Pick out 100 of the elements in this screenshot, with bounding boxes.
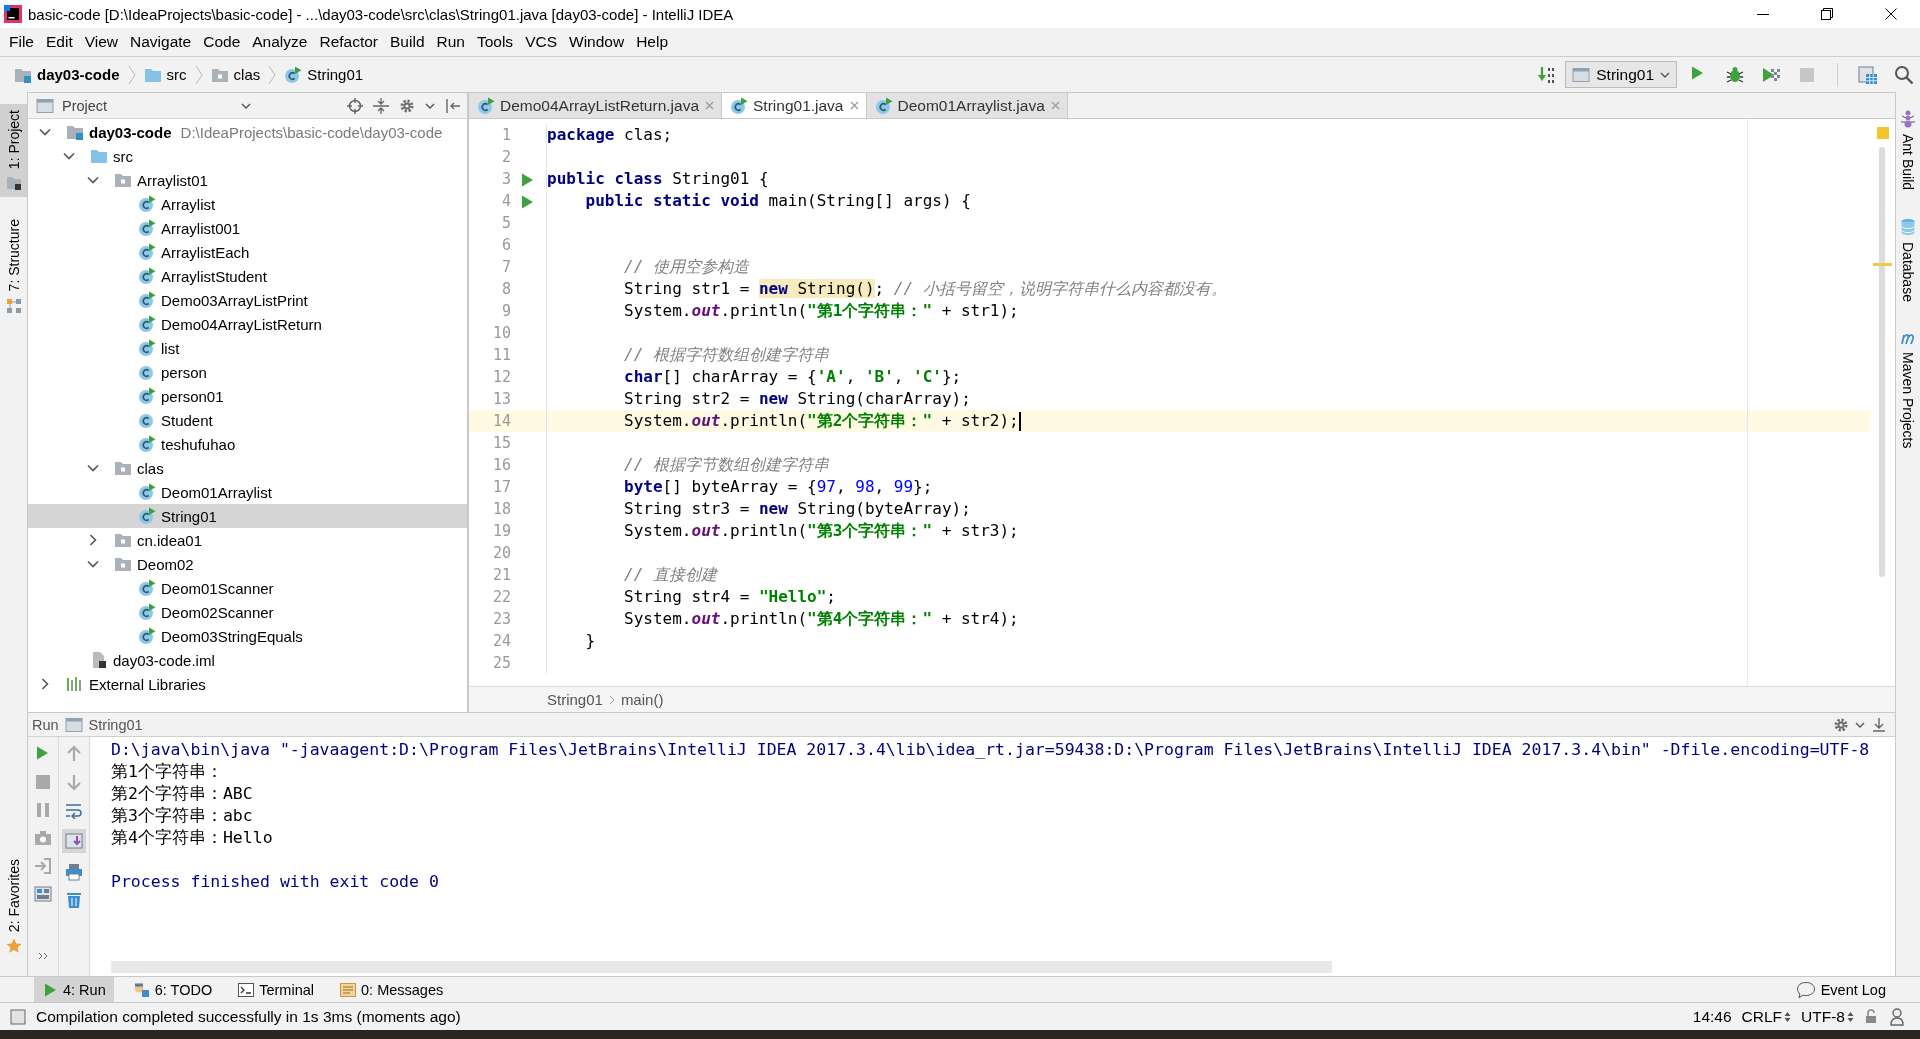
settings-icon[interactable]	[399, 97, 415, 114]
tree-item[interactable]: cn.idea01	[28, 528, 467, 552]
console-line: 第4个字符串：Hello	[111, 827, 274, 849]
runnable-class-icon	[138, 243, 156, 261]
editor-tab[interactable]: Demo04ArrayListReturn.java	[469, 93, 722, 118]
close-icon[interactable]	[1049, 100, 1061, 111]
menu-item[interactable]: Refactor	[313, 33, 385, 51]
tree-item[interactable]: person	[28, 360, 467, 384]
line-number: 1	[500, 125, 512, 146]
line-separator-selector[interactable]: CRLF	[1741, 1007, 1792, 1026]
menu-item[interactable]: Code	[197, 33, 247, 51]
bug-icon[interactable]	[1725, 64, 1745, 85]
settings-icon[interactable]	[1833, 716, 1849, 733]
tool-windows-toggle-icon[interactable]	[10, 1008, 26, 1025]
layout-icon[interactable]	[34, 885, 52, 903]
module-folder-icon	[66, 124, 84, 140]
breadcrumb-item[interactable]: src	[139, 66, 191, 83]
tree-item[interactable]: Deom02	[28, 552, 467, 576]
tree-item[interactable]: Demo03ArrayListPrint	[28, 288, 467, 312]
run-icon[interactable]	[42, 981, 58, 998]
menu-item[interactable]: File	[3, 33, 40, 51]
breadcrumb-item[interactable]: main()	[620, 691, 664, 708]
down-arrow-icon[interactable]	[65, 773, 83, 791]
tree-item[interactable]: list	[28, 336, 467, 360]
tool-window-tab[interactable]: 2: Favorites	[0, 852, 27, 960]
crosshair-icon[interactable]	[347, 97, 363, 114]
menu-item[interactable]: Help	[630, 33, 675, 51]
tool-window-tab[interactable]: 6: TODO	[123, 977, 221, 1002]
close-icon[interactable]	[848, 100, 860, 111]
hide-icon[interactable]	[445, 97, 461, 114]
breadcrumb-item[interactable]: String01	[547, 691, 603, 708]
line-number: 11	[491, 345, 512, 366]
caret-position[interactable]: 14:46	[1692, 1007, 1732, 1026]
menu-item[interactable]: Navigate	[124, 33, 198, 51]
stop-icon[interactable]	[34, 773, 52, 791]
scroll-to-end-icon[interactable]	[65, 832, 83, 850]
camera-icon[interactable]	[34, 829, 52, 847]
tree-item[interactable]: teshufuhao	[28, 432, 467, 456]
caret-icon	[1855, 720, 1865, 729]
trash-icon[interactable]	[65, 891, 83, 909]
tree-item[interactable]: Arraylist	[28, 192, 467, 216]
tree-item[interactable]: ArraylistEach	[28, 240, 467, 264]
tree-item[interactable]: day03-code D:\IdeaProjects\basic-code\day03-code	[28, 120, 467, 144]
tree-item[interactable]: ArraylistStudent	[28, 264, 467, 288]
tree-item[interactable]: Demo04ArrayListReturn	[28, 312, 467, 336]
class-icon	[138, 363, 156, 381]
menu-item[interactable]: Window	[563, 33, 631, 51]
exit-icon[interactable]	[34, 857, 52, 875]
tree-item[interactable]: External Libraries	[28, 672, 467, 696]
breadcrumb-item[interactable]: String01	[280, 65, 368, 84]
up-arrow-icon[interactable]	[65, 745, 83, 763]
tree-item[interactable]: day03-code.iml	[28, 648, 467, 672]
tree-item[interactable]: Deom03StringEquals	[28, 624, 467, 648]
tree-item[interactable]: Deom02Scanner	[28, 600, 467, 624]
editor-tab[interactable]: Deom01Arraylist.java	[866, 93, 1068, 118]
event-log-button[interactable]: Event Log	[1787, 977, 1894, 1002]
encoding-selector[interactable]: UTF-8	[1801, 1007, 1854, 1026]
menu-item[interactable]: View	[78, 33, 125, 51]
lock-icon[interactable]	[1864, 1008, 1878, 1025]
tree-item[interactable]: Arraylist01	[28, 168, 467, 192]
tool-window-tab[interactable]: Maven Projects	[1896, 324, 1920, 455]
tool-window-tab[interactable]: 1: Project	[0, 104, 27, 198]
menu-item[interactable]: Edit	[40, 33, 79, 51]
menu-item[interactable]: Analyze	[246, 33, 314, 51]
tree-item[interactable]: person01	[28, 384, 467, 408]
search-icon[interactable]	[1894, 64, 1914, 85]
collapse-icon[interactable]	[373, 97, 389, 114]
breadcrumb-item[interactable]: clas	[206, 66, 265, 83]
tool-window-tab[interactable]: 7: Structure	[0, 213, 27, 320]
tree-item[interactable]: clas	[28, 456, 467, 480]
menu-item[interactable]: Tools	[470, 33, 520, 51]
scrollbar-thumb[interactable]	[1879, 147, 1885, 577]
close-icon[interactable]	[704, 100, 715, 111]
run-config-dropdown[interactable]: String01	[1565, 61, 1677, 88]
run-config-tab[interactable]: String01	[88, 716, 143, 733]
menu-item[interactable]: Build	[384, 33, 431, 51]
tree-item[interactable]: Arraylist001	[28, 216, 467, 240]
grid-icon[interactable]	[1858, 64, 1878, 85]
tool-window-tab[interactable]: 0: Messages	[332, 977, 452, 1002]
pause-icon[interactable]	[34, 801, 52, 819]
tree-item[interactable]: Deom01Arraylist	[28, 480, 467, 504]
tool-window-tab[interactable]: Ant Build	[1896, 104, 1920, 197]
tool-window-tab[interactable]: 4: Run	[34, 977, 114, 1002]
tree-item[interactable]: Student	[28, 408, 467, 432]
pin-icon[interactable]	[1871, 716, 1887, 733]
wrap-icon[interactable]	[65, 801, 83, 819]
tree-item[interactable]: src	[28, 144, 467, 168]
tree-item[interactable]: String01	[28, 504, 467, 528]
tree-item[interactable]: Deom01Scanner	[28, 576, 467, 600]
menu-item[interactable]: VCS	[519, 33, 563, 51]
editor-tab[interactable]: String01.java	[722, 93, 867, 118]
menu-item[interactable]: Run	[430, 33, 471, 51]
figure-icon[interactable]	[1888, 1007, 1906, 1026]
line-number: 8	[500, 279, 512, 300]
breadcrumb-item[interactable]: day03-code	[10, 66, 124, 83]
tool-window-tab[interactable]: Terminal	[230, 977, 322, 1002]
tool-window-tab[interactable]: Database	[1896, 212, 1920, 308]
print-icon[interactable]	[65, 863, 83, 881]
code-line: public class String01 {	[547, 168, 769, 190]
more-icon[interactable]	[38, 952, 48, 960]
